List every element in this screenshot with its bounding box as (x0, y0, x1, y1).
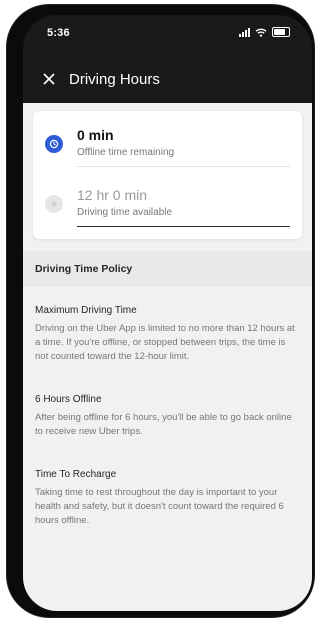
driving-time-text: 12 hr 0 min Driving time available (77, 187, 290, 227)
policy-section-recharge: Time To Recharge Taking time to rest thr… (35, 439, 300, 528)
clock-icon (45, 135, 63, 153)
policy-section-max-driving: Maximum Driving Time Driving on the Uber… (35, 287, 300, 364)
policy-section-text: Taking time to rest throughout the day i… (35, 487, 284, 526)
driving-time-value: 12 hr 0 min (77, 187, 148, 203)
policy-section-title: Time To Recharge (35, 469, 117, 480)
policy-section-title: Maximum Driving Time (35, 305, 137, 316)
system-icons (239, 27, 290, 37)
offline-time-row: 0 min Offline time remaining (33, 115, 302, 175)
phone-frame: 5:36 Driving Hours 0 min Offline time re… (7, 5, 314, 617)
policy-heading: Driving Time Policy (23, 251, 312, 287)
content-area: 0 min Offline time remaining 12 hr 0 min… (23, 103, 312, 611)
close-button[interactable] (35, 65, 63, 93)
hours-summary-card: 0 min Offline time remaining 12 hr 0 min… (33, 111, 302, 239)
policy-section-title: 6 Hours Offline (35, 394, 102, 405)
wifi-icon (255, 28, 267, 37)
offline-time-label: Offline time remaining (77, 147, 175, 158)
app-bar: Driving Hours (23, 55, 312, 103)
policy-list: Maximum Driving Time Driving on the Uber… (23, 287, 312, 528)
driving-time-row: 12 hr 0 min Driving time available (33, 175, 302, 235)
close-icon (43, 73, 55, 85)
status-bar: 5:36 (23, 15, 312, 49)
page-title: Driving Hours (69, 70, 160, 88)
offline-time-value: 0 min (77, 127, 114, 143)
policy-section-text: After being offline for 6 hours, you'll … (35, 412, 292, 437)
signal-icon (239, 27, 250, 37)
policy-section-text: Driving on the Uber App is limited to no… (35, 323, 295, 362)
status-time: 5:36 (47, 27, 70, 39)
offline-time-text: 0 min Offline time remaining (77, 127, 290, 167)
car-icon (45, 195, 63, 213)
driving-time-label: Driving time available (77, 207, 173, 218)
policy-section-offline: 6 Hours Offline After being offline for … (35, 364, 300, 439)
battery-icon (272, 27, 290, 37)
screen: 5:36 Driving Hours 0 min Offline time re… (23, 15, 312, 611)
